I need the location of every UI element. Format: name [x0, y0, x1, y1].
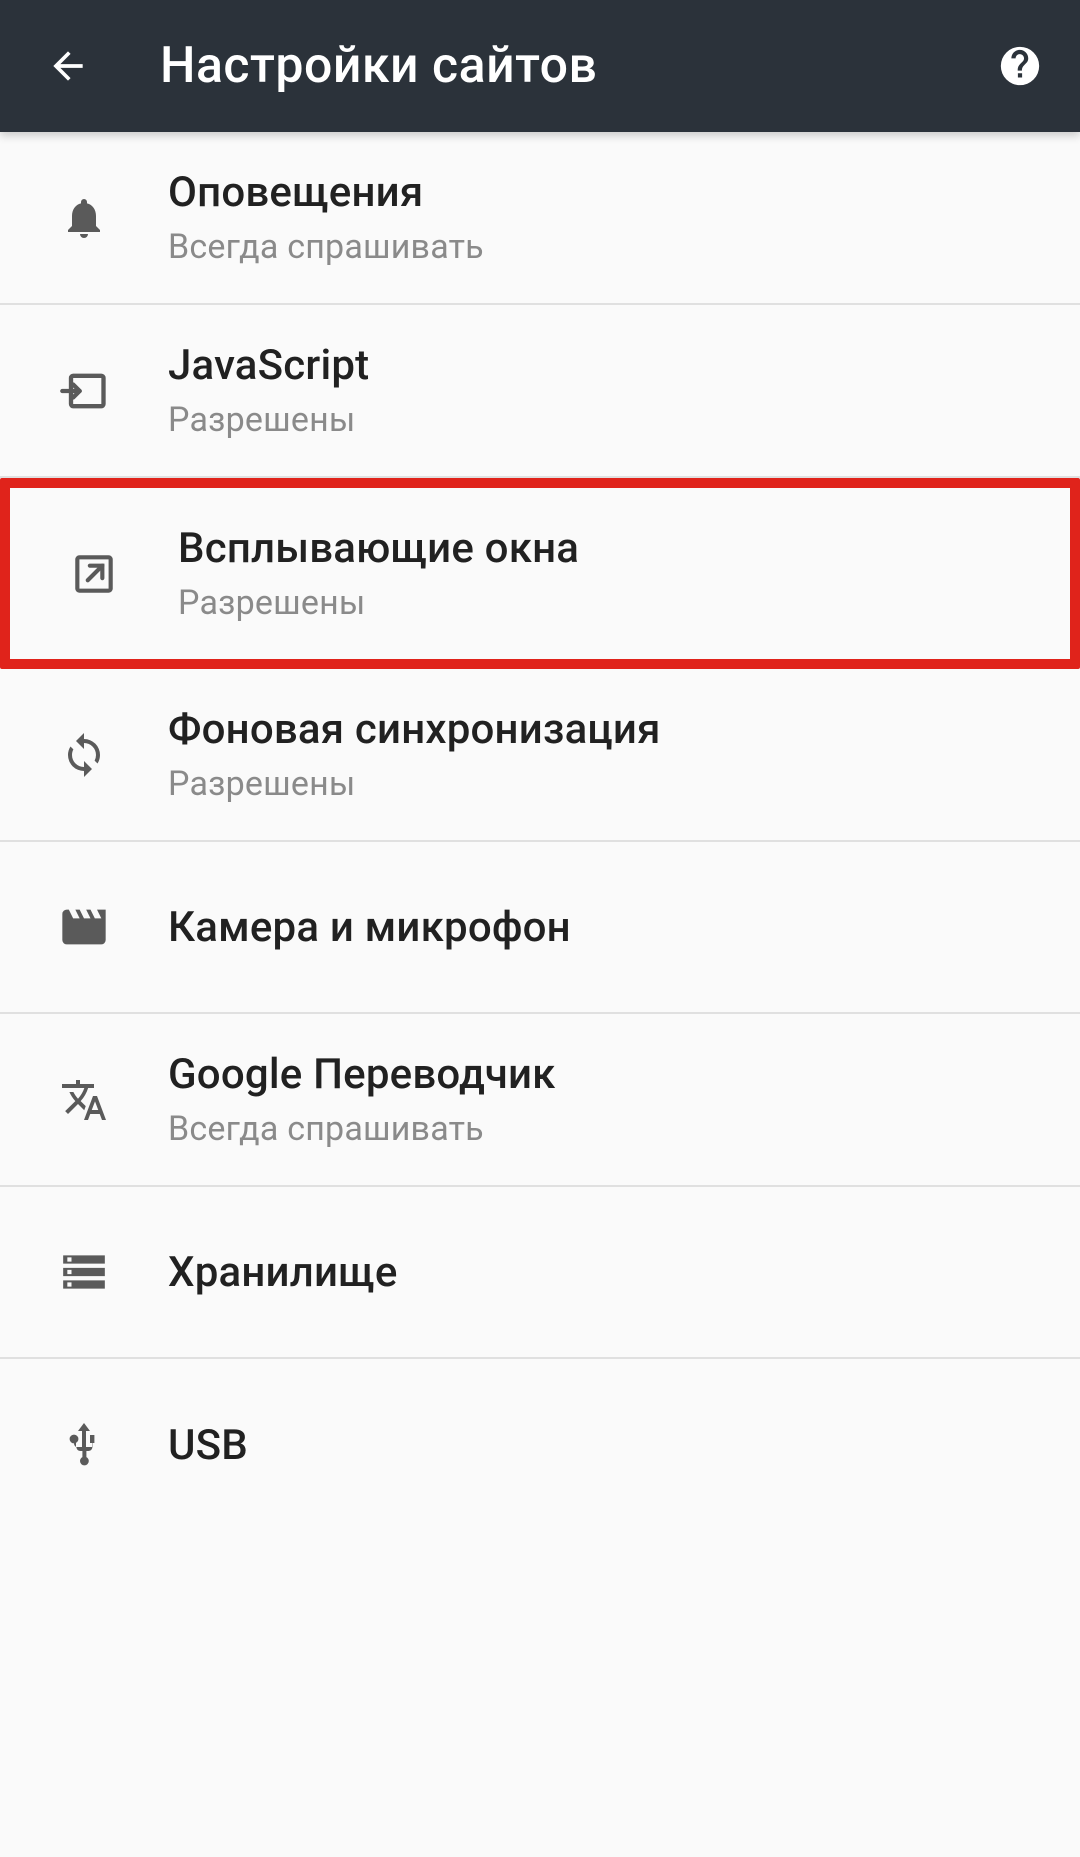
bell-icon [56, 190, 112, 246]
item-texts: Фоновая синхронизация Разрешены [168, 705, 661, 804]
item-texts: Камера и микрофон [168, 903, 571, 952]
storage-icon [56, 1244, 112, 1300]
help-icon [997, 43, 1043, 89]
item-title: Google Переводчик [168, 1050, 556, 1099]
item-texts: Хранилище [168, 1248, 398, 1297]
page-title: Настройки сайтов [160, 37, 597, 95]
usb-icon [56, 1417, 112, 1473]
javascript-icon [56, 363, 112, 419]
item-title: JavaScript [168, 341, 369, 390]
settings-item-translate[interactable]: Google Переводчик Всегда спрашивать [0, 1014, 1080, 1187]
camera-icon [56, 899, 112, 955]
settings-item-sync[interactable]: Фоновая синхронизация Разрешены [0, 669, 1080, 842]
item-title: Фоновая синхронизация [168, 705, 661, 754]
item-title: Камера и микрофон [168, 903, 571, 952]
item-texts: Google Переводчик Всегда спрашивать [168, 1050, 556, 1149]
item-subtitle: Всегда спрашивать [168, 1109, 556, 1149]
app-header: Настройки сайтов [0, 0, 1080, 132]
item-title: Оповещения [168, 168, 484, 217]
settings-item-camera[interactable]: Камера и микрофон [0, 842, 1080, 1014]
translate-icon [56, 1072, 112, 1128]
settings-item-javascript[interactable]: JavaScript Разрешены [0, 305, 1080, 478]
item-subtitle: Всегда спрашивать [168, 227, 484, 267]
item-subtitle: Разрешены [178, 583, 579, 623]
item-texts: Всплывающие окна Разрешены [178, 524, 579, 623]
back-button[interactable] [44, 42, 92, 90]
settings-item-bell[interactable]: Оповещения Всегда спрашивать [0, 132, 1080, 305]
item-subtitle: Разрешены [168, 764, 661, 804]
settings-item-storage[interactable]: Хранилище [0, 1187, 1080, 1359]
item-texts: Оповещения Всегда спрашивать [168, 168, 484, 267]
settings-list: Оповещения Всегда спрашивать JavaScript Раз… [0, 132, 1080, 1531]
item-title: USB [168, 1421, 248, 1470]
item-texts: USB [168, 1421, 248, 1470]
sync-icon [56, 727, 112, 783]
item-title: Хранилище [168, 1248, 398, 1297]
item-title: Всплывающие окна [178, 524, 579, 573]
back-arrow-icon [46, 44, 90, 88]
popup-icon [66, 546, 122, 602]
settings-item-usb[interactable]: USB [0, 1359, 1080, 1531]
settings-item-popup[interactable]: Всплывающие окна Разрешены [0, 478, 1080, 669]
item-subtitle: Разрешены [168, 400, 369, 440]
item-texts: JavaScript Разрешены [168, 341, 369, 440]
help-button[interactable] [996, 42, 1044, 90]
